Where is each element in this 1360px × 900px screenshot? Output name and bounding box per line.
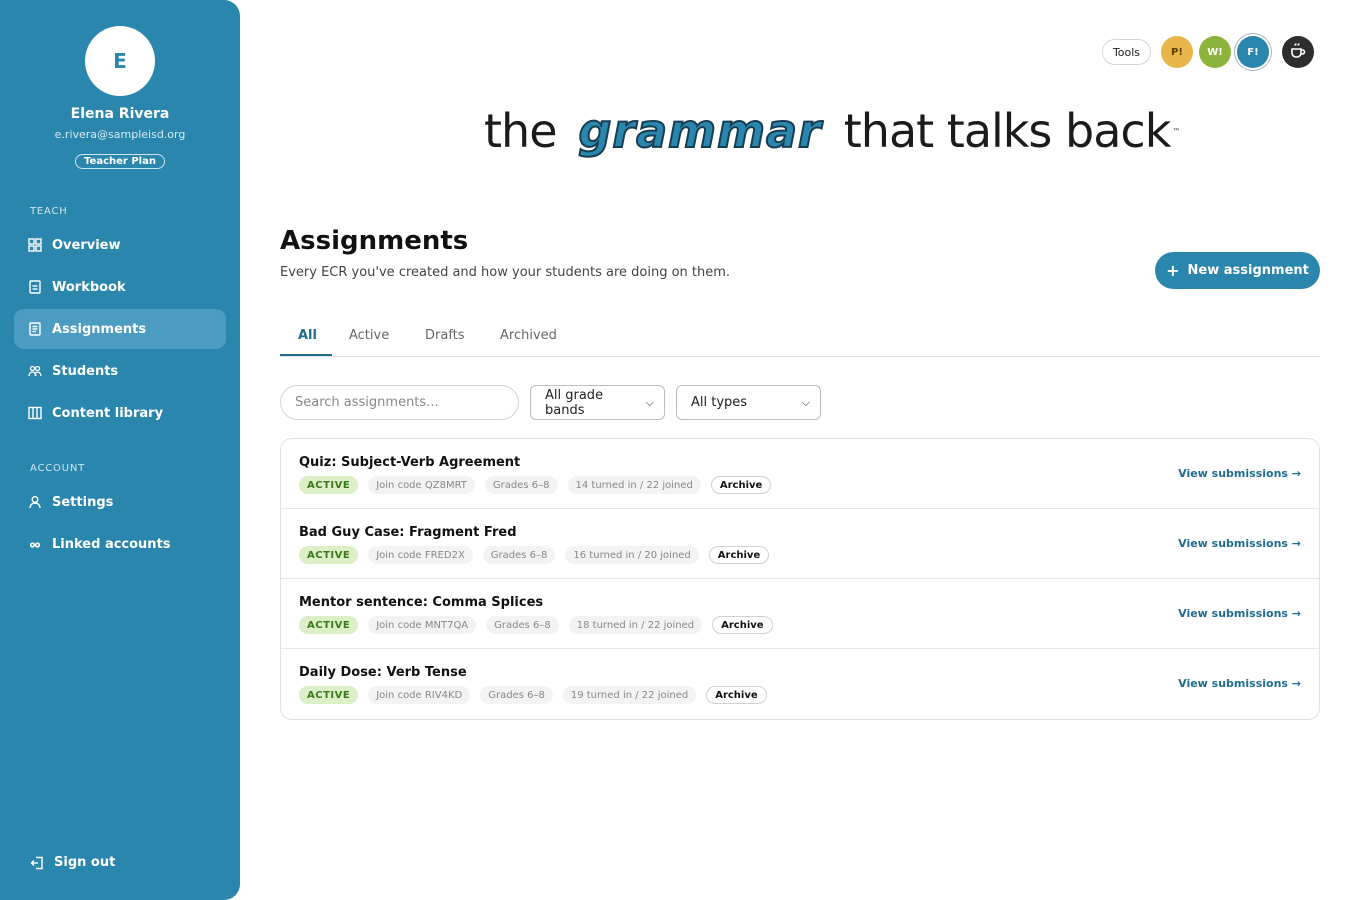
grid-icon [28,238,42,252]
archive-button[interactable]: Archive [708,546,770,564]
view-submissions-link[interactable]: View submissions → [1178,467,1301,480]
coffee-button[interactable] [1282,36,1314,68]
search-input[interactable] [280,385,519,420]
page-subtitle: Every ECR you've created and how your st… [280,265,731,280]
sidebar-item-students[interactable]: Students [14,351,226,391]
plus-icon: + [1166,261,1180,280]
assignment-title[interactable]: Daily Dose: Verb Tense [299,665,467,680]
p-badge-button[interactable]: P! [1161,36,1193,68]
grades-chip: Grades 6–8 [480,686,553,704]
person-icon [28,495,42,509]
assignment-title[interactable]: Quiz: Subject-Verb Agreement [299,455,520,470]
grades-chip: Grades 6–8 [486,616,559,634]
view-submissions-link[interactable]: View submissions → [1178,537,1301,550]
w-badge-button[interactable]: W! [1199,36,1231,68]
link-icon [28,537,42,551]
tab-all[interactable]: All [298,328,317,343]
view-submissions-link[interactable]: View submissions → [1178,607,1301,620]
tools-button[interactable]: Tools [1102,39,1151,65]
sidebar-item-workbook[interactable]: Workbook [14,267,226,307]
tab-bar: All Active Drafts Archived [280,318,1320,357]
section-label-account: ACCOUNT [30,463,86,474]
tab-archived[interactable]: Archived [500,328,557,343]
chevron-down-icon: ⌵ [645,395,654,409]
new-assignment-label: New assignment [1187,263,1309,278]
users-icon [28,364,42,378]
sidebar-item-label: Settings [52,494,114,510]
sidebar-item-label: Students [52,363,119,379]
sidebar-item-assignments[interactable]: Assignments [14,309,226,349]
join-code-chip: Join code QZ8MRT [368,476,475,494]
active-tab-indicator [280,354,332,356]
sidebar-item-overview[interactable]: Overview [14,225,226,265]
progress-chip: 16 turned in / 20 joined [565,546,699,564]
sidebar-item-content-library[interactable]: Content library [14,393,226,433]
clipboard-icon [28,322,42,336]
archive-button[interactable]: Archive [712,616,773,634]
user-name: Elena Rivera [70,106,170,122]
coffee-cup-icon [1289,42,1307,63]
plan-badge: Teacher Plan [75,154,165,169]
table-row: Quiz: Subject-Verb Agreement ACTIVE Join… [281,439,1319,509]
sign-out-button[interactable]: Sign out [30,855,115,870]
progress-chip: 14 turned in / 22 joined [567,476,701,494]
chevron-down-icon: ⌵ [801,395,810,409]
archive-button[interactable]: Archive [706,686,767,704]
join-code-chip: Join code RIV4KD [368,686,471,704]
progress-chip: 18 turned in / 22 joined [568,616,703,634]
avatar[interactable]: E [85,26,155,96]
page-title: Assignments [280,226,469,256]
status-badge: ACTIVE [299,616,359,634]
trademark: ™ [1172,126,1181,136]
join-code-chip: Join code MNT7QA [368,616,477,634]
tab-drafts[interactable]: Drafts [425,328,465,343]
banner-suffix: that talks back [843,104,1172,158]
sidebar-item-settings[interactable]: Settings [14,482,226,522]
view-submissions-link[interactable]: View submissions → [1178,677,1301,690]
table-row: Mentor sentence: Comma Splices ACTIVE Jo… [281,579,1319,649]
table-row: Bad Guy Case: Fragment Fred ACTIVE Join … [281,509,1319,579]
progress-chip: 19 turned in / 22 joined [562,686,697,704]
sidebar-item-label: Linked accounts [52,536,171,552]
grade-band-value: All grade bands [545,387,604,418]
type-select[interactable]: All types ⌵ [676,385,821,420]
sidebar-item-label: Assignments [52,321,147,337]
sidebar-item-linked-accounts[interactable]: Linked accounts [14,524,226,564]
f-badge-button[interactable]: F! [1237,36,1269,68]
sidebar: E Elena Rivera e.rivera@sampleisd.org Te… [0,0,240,900]
assignment-title[interactable]: Bad Guy Case: Fragment Fred [299,525,517,540]
type-value: All types [691,395,748,410]
new-assignment-button[interactable]: + New assignment [1155,252,1320,289]
banner-prefix: the [484,104,557,158]
status-badge: ACTIVE [299,476,359,494]
grade-band-select[interactable]: All grade bands ⌵ [530,385,665,420]
user-email: e.rivera@sampleisd.org [54,128,186,141]
sign-out-icon [30,856,44,870]
grades-chip: Grades 6–8 [482,546,556,564]
sign-out-label: Sign out [54,855,116,870]
join-code-chip: Join code FRED2X [368,546,473,564]
sidebar-item-label: Workbook [52,279,126,295]
section-label-teach: TEACH [30,206,68,217]
grades-chip: Grades 6–8 [484,476,558,494]
tab-active[interactable]: Active [349,328,389,343]
table-row: Daily Dose: Verb Tense ACTIVE Join code … [281,649,1319,719]
library-icon [28,406,42,420]
sidebar-item-label: Overview [52,237,121,253]
brand-banner: the grammar that talks back ™ [484,96,1180,166]
assignment-title[interactable]: Mentor sentence: Comma Splices [299,595,543,610]
archive-button[interactable]: Archive [710,476,772,494]
sidebar-item-label: Content library [52,405,164,421]
status-badge: ACTIVE [299,686,359,704]
status-badge: ACTIVE [299,546,359,564]
document-icon [28,280,42,294]
banner-highlight: grammar [577,103,822,159]
assignment-list: Quiz: Subject-Verb Agreement ACTIVE Join… [280,438,1320,720]
